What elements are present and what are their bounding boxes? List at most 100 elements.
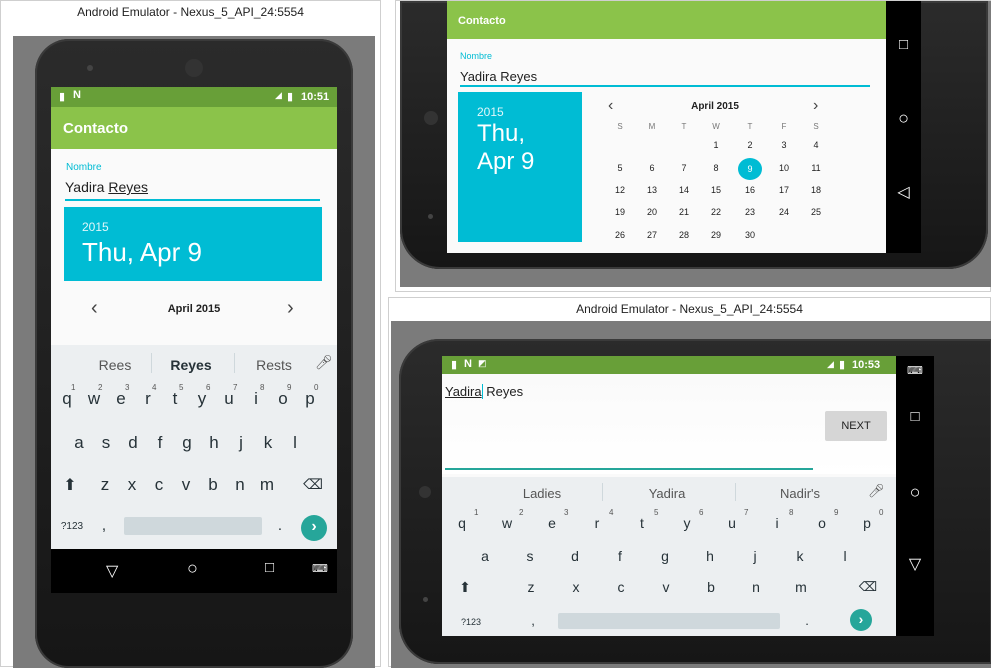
- key-f[interactable]: f: [150, 433, 170, 453]
- calendar-day[interactable]: 1: [704, 140, 728, 150]
- comma-key[interactable]: ,: [97, 517, 111, 534]
- calendar-day[interactable]: 2: [738, 140, 762, 150]
- key-t[interactable]: t: [632, 515, 652, 531]
- key-b[interactable]: b: [203, 475, 223, 495]
- period-key[interactable]: .: [800, 613, 814, 628]
- key-q[interactable]: q: [57, 389, 77, 409]
- key-o[interactable]: o: [273, 389, 293, 409]
- key-d[interactable]: d: [565, 548, 585, 564]
- calendar-day[interactable]: 23: [738, 207, 762, 217]
- backspace-icon[interactable]: ⌫: [856, 579, 880, 595]
- calendar-day[interactable]: 17: [772, 185, 796, 195]
- key-t[interactable]: t: [165, 389, 185, 409]
- calendar-day[interactable]: 24: [772, 207, 796, 217]
- calendar-day[interactable]: 11: [804, 163, 828, 173]
- key-x[interactable]: x: [566, 579, 586, 595]
- key-f[interactable]: f: [610, 548, 630, 564]
- calendar-day[interactable]: 12: [608, 185, 632, 195]
- key-i[interactable]: i: [767, 515, 787, 531]
- mic-icon[interactable]: 🎤︎: [315, 354, 333, 371]
- calendar-day[interactable]: 7: [672, 163, 696, 173]
- next-month-button[interactable]: ›: [287, 297, 294, 320]
- key-r[interactable]: r: [587, 515, 607, 531]
- calendar-day[interactable]: 30: [738, 230, 762, 240]
- key-p[interactable]: p: [857, 515, 877, 531]
- calendar-day[interactable]: 28: [672, 230, 696, 240]
- calendar-day[interactable]: 8: [704, 163, 728, 173]
- calendar-day[interactable]: 22: [704, 207, 728, 217]
- key-a[interactable]: a: [69, 433, 89, 453]
- name-field[interactable]: Yadira Reyes: [460, 69, 870, 87]
- calendar-day[interactable]: 16: [738, 185, 762, 195]
- space-bar[interactable]: [124, 517, 262, 535]
- key-o[interactable]: o: [812, 515, 832, 531]
- calendar-day[interactable]: 3: [772, 140, 796, 150]
- calendar-day[interactable]: 26: [608, 230, 632, 240]
- key-s[interactable]: s: [96, 433, 116, 453]
- calendar-day[interactable]: 29: [704, 230, 728, 240]
- key-z[interactable]: z: [521, 579, 541, 595]
- calendar-day-selected[interactable]: 9: [738, 158, 762, 180]
- calendar-day[interactable]: 27: [640, 230, 664, 240]
- backspace-icon[interactable]: ⌫: [301, 476, 325, 493]
- home-icon[interactable]: ○: [187, 558, 198, 579]
- key-n[interactable]: n: [230, 475, 250, 495]
- key-j[interactable]: j: [231, 433, 251, 453]
- suggestion-2[interactable]: Reyes: [161, 357, 221, 373]
- key-k[interactable]: k: [790, 548, 810, 564]
- period-key[interactable]: .: [273, 517, 287, 534]
- recents-icon[interactable]: □: [886, 36, 921, 53]
- calendar-day[interactable]: 10: [772, 163, 796, 173]
- calendar-day[interactable]: 15: [704, 185, 728, 195]
- key-e[interactable]: e: [111, 389, 131, 409]
- key-w[interactable]: w: [84, 389, 104, 409]
- key-g[interactable]: g: [655, 548, 675, 564]
- calendar-day[interactable]: 14: [672, 185, 696, 195]
- calendar-day[interactable]: 25: [804, 207, 828, 217]
- calendar-day[interactable]: 6: [640, 163, 664, 173]
- comma-key[interactable]: ,: [526, 613, 540, 628]
- home-icon[interactable]: ○: [886, 108, 921, 129]
- space-bar[interactable]: [558, 613, 780, 629]
- key-e[interactable]: e: [542, 515, 562, 531]
- key-u[interactable]: u: [722, 515, 742, 531]
- key-n[interactable]: n: [746, 579, 766, 595]
- calendar-day[interactable]: 5: [608, 163, 632, 173]
- key-m[interactable]: m: [257, 475, 277, 495]
- key-v[interactable]: v: [656, 579, 676, 595]
- key-g[interactable]: g: [177, 433, 197, 453]
- key-h[interactable]: h: [700, 548, 720, 564]
- calendar-day[interactable]: 21: [672, 207, 696, 217]
- suggestion-1[interactable]: Rees: [85, 357, 145, 373]
- key-c[interactable]: c: [149, 475, 169, 495]
- calendar-day[interactable]: 13: [640, 185, 664, 195]
- key-k[interactable]: k: [258, 433, 278, 453]
- calendar-day[interactable]: 20: [640, 207, 664, 217]
- back-icon[interactable]: ▽: [896, 554, 934, 574]
- prev-month-button[interactable]: ‹: [608, 97, 613, 115]
- key-h[interactable]: h: [204, 433, 224, 453]
- key-y[interactable]: y: [192, 389, 212, 409]
- key-y[interactable]: y: [677, 515, 697, 531]
- suggestion-3[interactable]: Rests: [245, 357, 303, 373]
- key-s[interactable]: s: [520, 548, 540, 564]
- recents-icon[interactable]: □: [265, 559, 274, 576]
- key-l[interactable]: l: [285, 433, 305, 453]
- symbols-key[interactable]: ?123: [57, 521, 87, 532]
- enter-key-icon[interactable]: ›: [301, 515, 327, 541]
- keyboard-icon[interactable]: ⌨: [896, 364, 934, 377]
- suggestion-3[interactable]: Nadir's: [760, 486, 840, 501]
- key-m[interactable]: m: [791, 579, 811, 595]
- key-u[interactable]: u: [219, 389, 239, 409]
- key-q[interactable]: q: [452, 515, 472, 531]
- key-l[interactable]: l: [835, 548, 855, 564]
- key-c[interactable]: c: [611, 579, 631, 595]
- back-icon[interactable]: ▽: [106, 561, 118, 581]
- home-icon[interactable]: ○: [896, 482, 934, 503]
- symbols-key[interactable]: ?123: [456, 617, 486, 627]
- suggestion-2[interactable]: Yadira: [627, 486, 707, 501]
- key-r[interactable]: r: [138, 389, 158, 409]
- name-field[interactable]: Yadira Reyes: [65, 179, 320, 201]
- suggestion-1[interactable]: Ladies: [502, 486, 582, 501]
- key-w[interactable]: w: [497, 515, 517, 531]
